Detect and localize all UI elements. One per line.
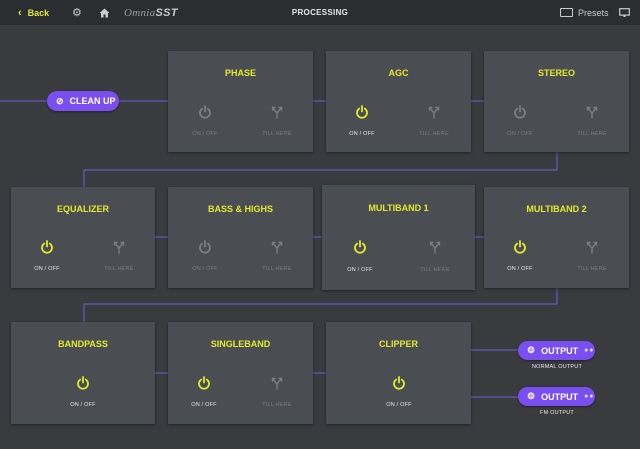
block-clipper[interactable]: CLIPPER ON / OFF [326, 322, 471, 424]
split-icon[interactable] [427, 105, 441, 119]
power-icon[interactable] [197, 376, 211, 390]
power-label: ON / OFF [70, 402, 96, 408]
normal-output-caption: NORMAL OUTPUT [531, 364, 583, 370]
till-here-label: TILL HERE [262, 266, 292, 272]
power-icon[interactable] [513, 240, 527, 254]
fm-output-caption: FM OUTPUT [540, 410, 574, 416]
split-icon[interactable] [585, 105, 599, 119]
block-title: BASS & HIGHS [207, 204, 273, 214]
till-here-label: TILL HERE [577, 266, 607, 272]
power-label: ON / OFF [349, 131, 375, 137]
block-title: CLIPPER [378, 339, 418, 349]
block-title: BANDPASS [58, 339, 108, 349]
split-icon[interactable] [270, 240, 284, 254]
block-singleband[interactable]: SINGLEBAND ON / OFF TILL HERE [168, 322, 313, 424]
gear-icon: ⚙ [527, 391, 536, 401]
power-label: ON / OFF [386, 402, 412, 408]
block-agc[interactable]: AGC ON / OFF TILL HERE [326, 51, 471, 152]
till-here-label: TILL HERE [577, 131, 607, 137]
block-equalizer[interactable]: EQUALIZER ON / OFF TILL HERE [11, 187, 155, 288]
block-title: MULTIBAND 1 [368, 203, 429, 213]
till-here-label: TILL HERE [262, 402, 292, 408]
clean-up-button[interactable]: ⊘ CLEAN UP [47, 91, 119, 111]
block-multiband-2[interactable]: MULTIBAND 2 ON / OFF TILL HERE [484, 187, 629, 288]
power-icon[interactable] [40, 240, 54, 254]
clean-up-icon: ⊘ [56, 95, 64, 106]
split-icon[interactable] [270, 376, 284, 390]
till-here-label: TILL HERE [262, 131, 292, 137]
block-phase[interactable]: PHASE ON / OFF TILL HERE [168, 51, 313, 152]
block-multiband-1[interactable]: MULTIBAND 1 ON / OFF TILL HERE [322, 185, 475, 290]
split-icon[interactable] [428, 240, 442, 254]
power-label: ON / OFF [507, 131, 533, 137]
block-title: AGC [388, 68, 409, 78]
block-title: EQUALIZER [56, 204, 109, 214]
power-icon[interactable] [198, 105, 212, 119]
power-label: ON / OFF [347, 267, 373, 273]
block-bass-highs[interactable]: BASS & HIGHS ON / OFF TILL HERE [168, 187, 313, 288]
power-label: ON / OFF [191, 402, 217, 408]
power-icon[interactable] [76, 376, 90, 390]
power-icon[interactable] [513, 105, 527, 119]
power-icon[interactable] [392, 376, 406, 390]
power-label: ON / OFF [34, 266, 60, 272]
split-icon[interactable] [270, 105, 284, 119]
connector-dots-icon: ●● [584, 393, 595, 400]
block-title: SINGLEBAND [210, 339, 271, 349]
split-icon[interactable] [112, 240, 126, 254]
normal-output-button[interactable]: ⚙ OUTPUT ●● [518, 341, 595, 360]
till-here-label: TILL HERE [419, 131, 449, 137]
split-icon[interactable] [585, 240, 599, 254]
power-icon[interactable] [353, 240, 367, 254]
block-title: PHASE [224, 68, 256, 78]
block-title: MULTIBAND 2 [526, 204, 587, 214]
connector-dots-icon: ●● [584, 347, 595, 354]
block-bandpass[interactable]: BANDPASS ON / OFF [11, 322, 155, 424]
gear-icon: ⚙ [527, 345, 536, 355]
till-here-label: TILL HERE [420, 267, 450, 273]
power-icon[interactable] [198, 240, 212, 254]
block-stereo[interactable]: STEREO ON / OFF TILL HERE [484, 51, 629, 152]
power-icon[interactable] [355, 105, 369, 119]
fm-output-button[interactable]: ⚙ OUTPUT ●● [518, 387, 595, 406]
block-title: STEREO [537, 68, 575, 78]
power-label: ON / OFF [192, 266, 218, 272]
power-label: ON / OFF [192, 131, 218, 137]
till-here-label: TILL HERE [104, 266, 134, 272]
power-label: ON / OFF [507, 266, 533, 272]
